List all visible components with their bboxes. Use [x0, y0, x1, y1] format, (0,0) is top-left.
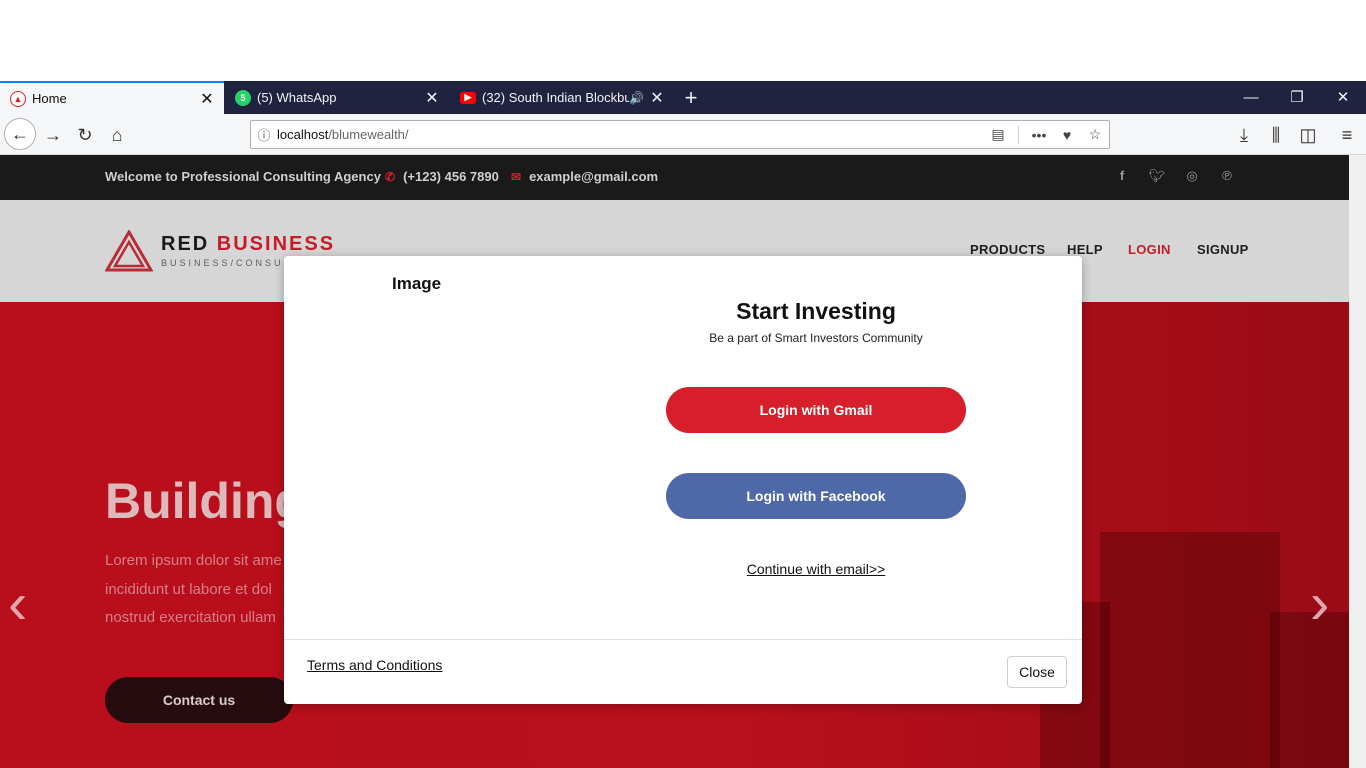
envelope-icon: ✉ [511, 169, 522, 184]
pocket-icon[interactable]: ♥ [1053, 127, 1081, 143]
site-top-bar: Welcome to Professional Consulting Agenc… [0, 155, 1349, 200]
login-modal: Image Start Investing Be a part of Smart… [284, 256, 1082, 704]
phone-number: (+123) 456 7890 [403, 169, 499, 184]
close-tab-icon[interactable]: ✕ [423, 88, 441, 108]
close-tab-icon[interactable]: ✕ [648, 88, 666, 108]
reload-icon[interactable]: ↻ [70, 120, 100, 150]
new-tab-button[interactable]: + [676, 81, 706, 114]
instagram-icon[interactable]: ◎ [1182, 168, 1202, 184]
email-address: example@gmail.com [529, 169, 659, 184]
tab-whatsapp[interactable]: 5 (5) WhatsApp ✕ [225, 81, 449, 114]
tab-youtube[interactable]: ▶ (32) South Indian Blockbust 🔊 ✕ [450, 81, 674, 114]
page-scrollbar[interactable] [1349, 155, 1366, 768]
modal-footer-divider [284, 639, 1082, 640]
phone-icon: ✆ [385, 169, 396, 184]
library-icon[interactable]: ⫼ [1261, 120, 1291, 150]
tab-title: (32) South Indian Blockbust [482, 90, 630, 105]
url-path: /blumewealth/ [328, 127, 409, 142]
image-placeholder: Image [392, 274, 442, 293]
tab-home[interactable]: ▲ Home ✕ [0, 81, 224, 114]
sidebar-icon[interactable]: ◫ [1293, 120, 1323, 150]
home-icon[interactable]: ⌂ [102, 120, 132, 150]
forward-arrow-icon[interactable]: → [38, 120, 68, 150]
continue-email-link[interactable]: Continue with email>> [666, 561, 966, 577]
welcome-text: Welcome to Professional Consulting Agenc… [105, 169, 381, 184]
info-icon[interactable]: ⓘ [251, 125, 277, 144]
reader-view-icon[interactable]: ▤ [984, 126, 1012, 143]
divider [1018, 125, 1019, 144]
pinterest-icon[interactable]: ℗ [1217, 168, 1237, 183]
login-gmail-button[interactable]: Login with Gmail [666, 387, 966, 433]
hamburger-menu-icon[interactable]: ≡ [1332, 120, 1362, 150]
back-arrow-icon[interactable]: ← [4, 118, 36, 150]
desktop-blank-area [0, 0, 1366, 81]
close-button[interactable]: Close [1007, 656, 1067, 688]
modal-subtitle: Be a part of Smart Investors Community [709, 331, 923, 345]
restore-icon[interactable]: ❐ [1274, 81, 1320, 114]
modal-title: Start Investing [736, 298, 896, 324]
tab-title: (5) WhatsApp [257, 90, 337, 105]
bookmark-star-icon[interactable]: ☆ [1081, 126, 1109, 143]
url-host: localhost [277, 127, 329, 142]
youtube-icon: ▶ [460, 91, 476, 104]
terms-link[interactable]: Terms and Conditions [307, 657, 442, 673]
login-facebook-button[interactable]: Login with Facebook [666, 473, 966, 519]
tab-title: Home [32, 91, 67, 106]
facebook-icon[interactable]: f [1112, 168, 1132, 183]
whatsapp-icon: 5 [235, 89, 251, 106]
speaker-icon[interactable]: 🔊 [629, 91, 644, 105]
download-icon[interactable]: ⤓ [1229, 120, 1259, 150]
minimize-icon[interactable]: — [1228, 81, 1274, 114]
email-contact[interactable]: ✉ example@gmail.com [511, 169, 658, 184]
window-close-icon[interactable]: ✕ [1320, 81, 1366, 114]
page-actions-icon[interactable]: ••• [1025, 127, 1053, 143]
address-bar[interactable]: ⓘ localhost/blumewealth/ ▤ ••• ♥ ☆ [250, 120, 1110, 149]
navigation-toolbar: ← → ↻ ⌂ ⓘ localhost/blumewealth/ ▤ ••• ♥… [0, 114, 1366, 155]
red-triangle-icon: ▲ [10, 90, 26, 107]
twitter-icon[interactable]: 🐦︎ [1147, 168, 1167, 184]
close-tab-icon[interactable]: ✕ [198, 89, 216, 109]
phone-contact[interactable]: ✆ (+123) 456 7890 [385, 169, 499, 184]
